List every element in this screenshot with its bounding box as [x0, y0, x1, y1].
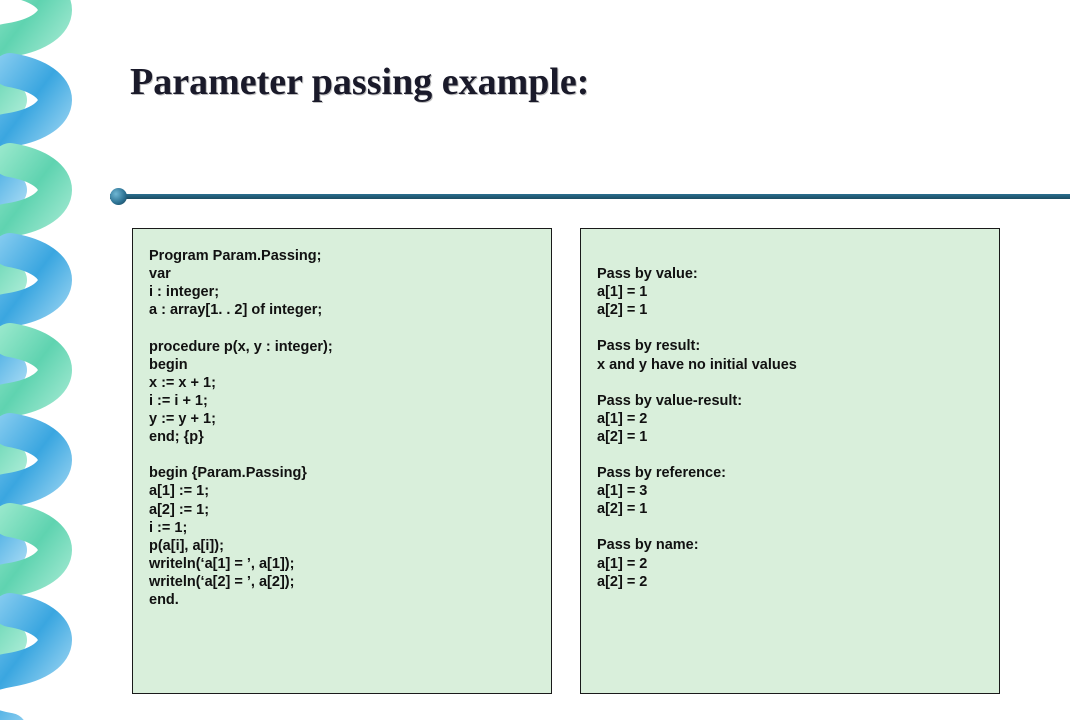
slide-title: Parameter passing example:	[130, 60, 589, 104]
code-block: procedure p(x, y : integer); begin x := …	[149, 338, 535, 447]
result-block: Pass by reference: a[1] = 3 a[2] = 1	[597, 464, 983, 518]
result-block: Pass by result: x and y have no initial …	[597, 337, 983, 373]
spiral-binding-decoration	[0, 0, 90, 720]
results-panel: Pass by value: a[1] = 1 a[2] = 1 Pass by…	[580, 228, 1000, 694]
result-block: Pass by value-result: a[1] = 2 a[2] = 1	[597, 392, 983, 446]
result-block: Pass by name: a[1] = 2 a[2] = 2	[597, 536, 983, 590]
code-block: Program Param.Passing; var i : integer; …	[149, 247, 535, 320]
result-block: Pass by value: a[1] = 1 a[2] = 1	[597, 265, 983, 319]
code-panel: Program Param.Passing; var i : integer; …	[132, 228, 552, 694]
title-divider	[110, 188, 1070, 202]
slide: Parameter passing example: Program Param…	[0, 0, 1080, 720]
code-block: begin {Param.Passing} a[1] := 1; a[2] :=…	[149, 464, 535, 609]
